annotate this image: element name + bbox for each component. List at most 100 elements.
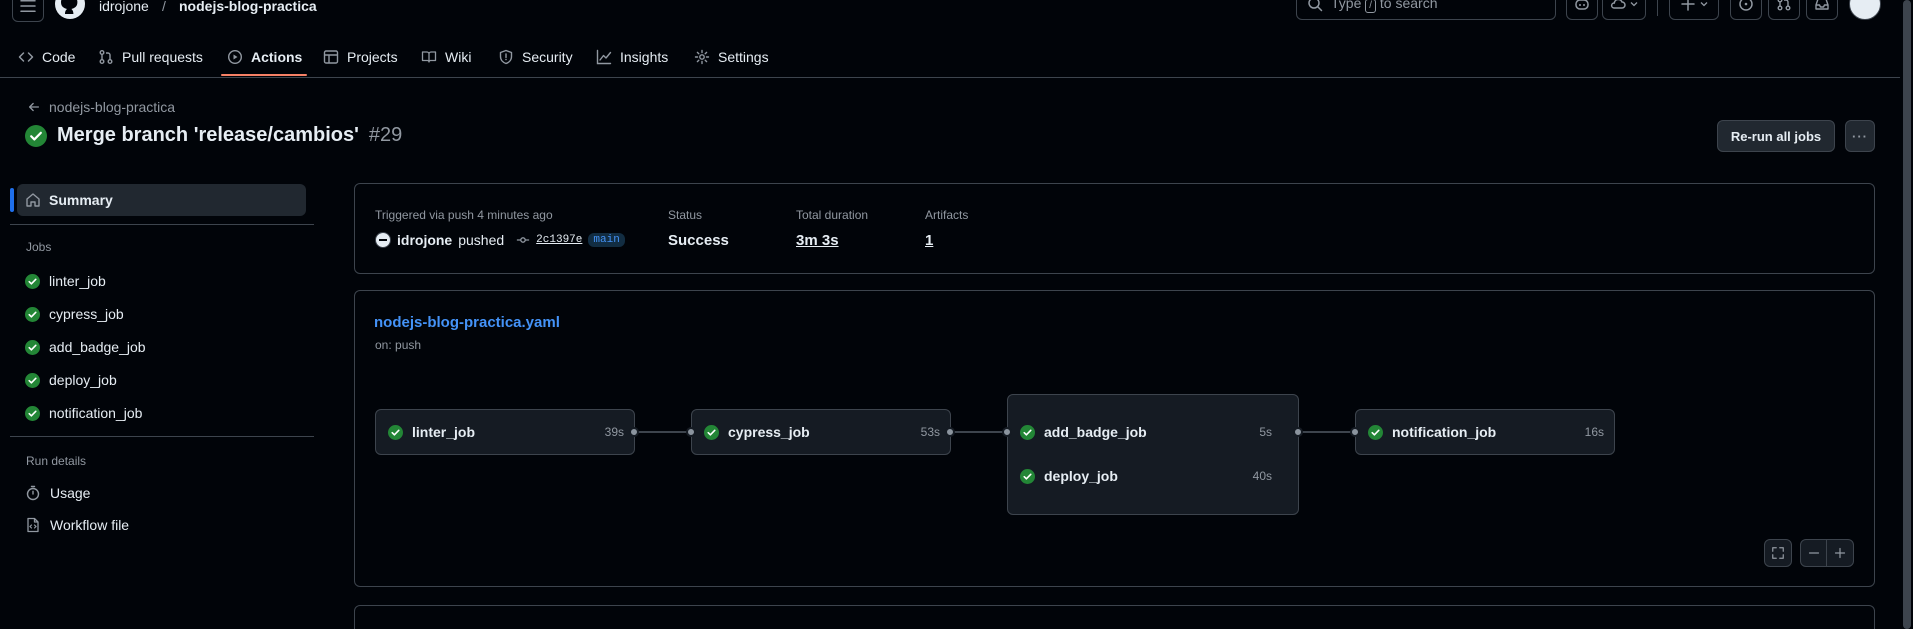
- check-circle-icon: [25, 339, 40, 355]
- sidebar-job-add-badge[interactable]: add_badge_job: [25, 335, 146, 359]
- check-circle-icon: [1368, 424, 1383, 440]
- repo-navigation: Code Pull requests Actions Projects Wiki…: [0, 36, 1900, 78]
- artifacts-value[interactable]: 1: [925, 232, 933, 249]
- job-node-add-badge[interactable]: add_badge_job 5s: [1020, 420, 1272, 444]
- sidebar-run-details-heading: Run details: [26, 454, 87, 468]
- job-name: deploy_job: [1044, 468, 1118, 484]
- create-new-button[interactable]: [1669, 0, 1719, 20]
- tab-pull-requests[interactable]: Pull requests: [98, 36, 203, 78]
- sidebar-item-workflow-file[interactable]: Workflow file: [25, 513, 129, 537]
- screen-full-icon: [1772, 547, 1784, 559]
- copilot-icon: [1575, 0, 1589, 10]
- zoom-controls: [1800, 539, 1854, 567]
- zoom-out-button[interactable]: [1801, 540, 1828, 566]
- tab-wiki-label: Wiki: [445, 49, 472, 65]
- play-icon: [227, 49, 243, 65]
- job-group-node: add_badge_job 5s deploy_job 40s: [1007, 394, 1299, 515]
- actor-name[interactable]: idrojone: [397, 232, 452, 248]
- breadcrumb-separator: /: [162, 0, 166, 14]
- sidebar-job-label: linter_job: [49, 273, 106, 289]
- rerun-all-jobs-button[interactable]: Re-run all jobs: [1717, 120, 1835, 152]
- job-duration: 40s: [1252, 469, 1272, 483]
- gear-icon: [694, 49, 710, 65]
- pull-requests-button[interactable]: [1768, 0, 1800, 20]
- breadcrumb-owner[interactable]: idrojone: [99, 0, 149, 14]
- page-title: Merge branch 'release/cambios' #29: [25, 124, 402, 147]
- job-node-deploy[interactable]: deploy_job 40s: [1020, 464, 1272, 488]
- job-node-notification[interactable]: notification_job 16s: [1355, 409, 1615, 455]
- sidebar-job-deploy[interactable]: deploy_job: [25, 368, 117, 392]
- sidebar-job-label: deploy_job: [49, 372, 117, 388]
- github-logo-icon[interactable]: [54, 0, 86, 20]
- job-input-port: [686, 427, 696, 437]
- scrollbar-thumb[interactable]: [1903, 0, 1911, 629]
- sidebar-job-label: cypress_job: [49, 306, 124, 322]
- copilot-menu-button[interactable]: [1602, 0, 1646, 20]
- inbox-button[interactable]: [1806, 0, 1838, 20]
- status-label: Status: [668, 208, 703, 222]
- tab-wiki[interactable]: Wiki: [421, 36, 471, 78]
- tab-code[interactable]: Code: [18, 36, 75, 78]
- branch-tag[interactable]: main: [588, 233, 625, 247]
- plus-icon: [1834, 547, 1846, 559]
- job-node-linter[interactable]: linter_job 39s: [375, 409, 635, 455]
- table-icon: [323, 50, 339, 64]
- check-circle-icon: [25, 306, 40, 322]
- tab-insights[interactable]: Insights: [596, 36, 668, 78]
- sidebar-job-cypress[interactable]: cypress_job: [25, 302, 124, 326]
- sidebar-job-notification[interactable]: notification_job: [25, 401, 142, 425]
- active-tab-indicator: [221, 74, 307, 76]
- more-options-button[interactable]: ···: [1845, 120, 1875, 152]
- job-input-port: [1350, 427, 1360, 437]
- search-input[interactable]: Type / to search: [1296, 0, 1556, 20]
- trigger-text: Triggered via push 4 minutes ago: [375, 208, 553, 222]
- issue-icon: [1739, 0, 1753, 11]
- shield-icon: [499, 49, 513, 65]
- tab-projects[interactable]: Projects: [323, 36, 398, 78]
- git-pull-request-icon: [1777, 0, 1791, 11]
- tab-pull-requests-label: Pull requests: [122, 49, 203, 65]
- fullscreen-button[interactable]: [1764, 539, 1792, 567]
- job-connector: [1298, 431, 1356, 433]
- tab-security[interactable]: Security: [498, 36, 573, 78]
- chevron-down-icon: [1630, 2, 1638, 7]
- job-name: cypress_job: [728, 424, 810, 440]
- sidebar-summary-label: Summary: [49, 192, 113, 208]
- graph-icon: [596, 49, 612, 65]
- menu-button[interactable]: [12, 0, 44, 22]
- check-circle-icon: [704, 424, 719, 440]
- back-to-repo-link[interactable]: nodejs-blog-practica: [27, 99, 175, 115]
- stopwatch-icon: [26, 485, 40, 501]
- sidebar-active-indicator: [10, 188, 14, 212]
- tab-settings-label: Settings: [718, 49, 769, 65]
- chevron-down-icon: [1700, 2, 1708, 7]
- copilot-button[interactable]: [1566, 0, 1598, 20]
- cloud-icon: [1610, 0, 1626, 9]
- code-icon: [18, 52, 34, 62]
- tab-code-label: Code: [42, 49, 76, 65]
- issues-button[interactable]: [1730, 0, 1762, 20]
- sidebar-item-usage[interactable]: Usage: [25, 481, 90, 505]
- sidebar-workflow-file-label: Workflow file: [50, 517, 130, 533]
- hamburger-icon: [20, 0, 36, 12]
- page-scrollbar[interactable]: [1900, 0, 1913, 629]
- job-node-cypress[interactable]: cypress_job 53s: [691, 409, 951, 455]
- duration-label: Total duration: [796, 208, 869, 222]
- sidebar-usage-label: Usage: [50, 485, 91, 501]
- zoom-in-button[interactable]: [1827, 540, 1853, 566]
- plus-icon: [1681, 0, 1695, 11]
- user-avatar[interactable]: [1849, 0, 1881, 20]
- job-duration: 53s: [920, 425, 940, 439]
- sidebar-job-linter[interactable]: linter_job: [25, 269, 106, 293]
- workflow-file-link[interactable]: nodejs-blog-practica.yaml: [374, 314, 560, 331]
- commit-sha-link[interactable]: 2c1397e: [536, 234, 582, 246]
- breadcrumb-repo[interactable]: nodejs-blog-practica: [179, 0, 317, 14]
- actor-avatar[interactable]: [375, 232, 391, 248]
- duration-value[interactable]: 3m 3s: [796, 232, 839, 249]
- tab-settings[interactable]: Settings: [694, 36, 769, 78]
- workflow-trigger: on: push: [375, 338, 422, 352]
- check-circle-icon: [25, 405, 40, 421]
- tab-actions[interactable]: Actions: [227, 36, 302, 78]
- sidebar-item-summary[interactable]: Summary: [17, 184, 306, 216]
- job-duration: 39s: [604, 425, 624, 439]
